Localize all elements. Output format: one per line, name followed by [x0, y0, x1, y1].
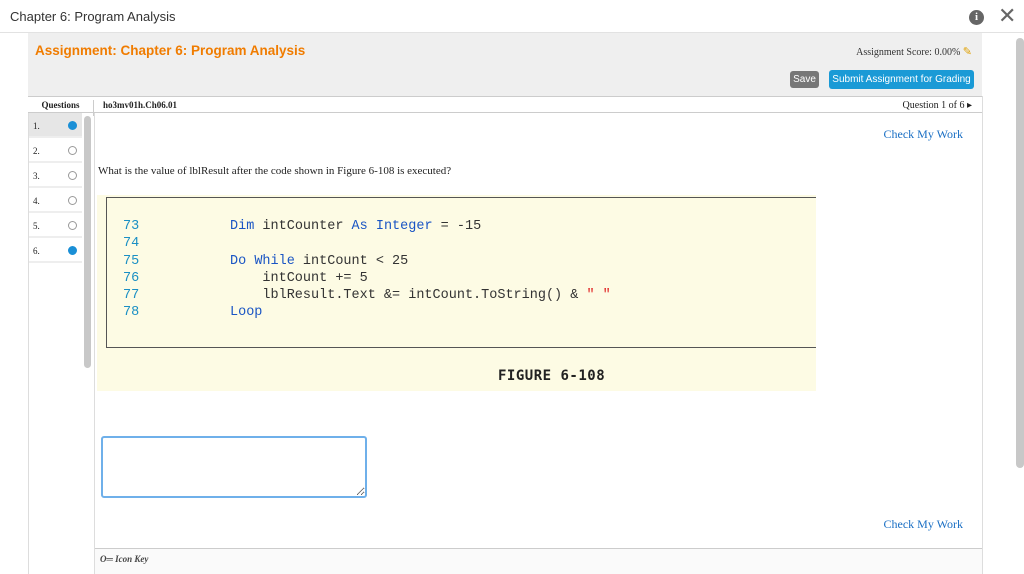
keyword: As [351, 219, 368, 234]
score-text: Assignment Score: 0.00% [856, 47, 961, 58]
title-bar: Chapter 6: Program Analysis i ✕ [0, 0, 1024, 33]
status-dot-icon [68, 246, 77, 255]
line-number: 74 [123, 236, 140, 252]
keyword: Integer [375, 219, 433, 234]
string-literal: " " [586, 288, 611, 304]
divider [94, 113, 95, 574]
code-line: 75 Do While intCount < 25 [107, 254, 816, 271]
assignment-score: Assignment Score: 0.00% ✎ [856, 45, 972, 58]
divider [28, 113, 29, 574]
code-text: intCount += 5 [230, 270, 368, 286]
question-item[interactable]: 6. [28, 238, 82, 263]
question-bar: Questions ho3mv01h.Ch06.01 Question 1 of… [28, 96, 982, 116]
divider [982, 96, 983, 574]
question-number: 4. [33, 196, 40, 206]
line-number: 76 [123, 270, 140, 286]
question-item[interactable]: 2. [28, 138, 82, 163]
question-list-scrollbar[interactable] [84, 116, 91, 368]
question-id: ho3mv01h.Ch06.01 [103, 100, 178, 110]
keyword: Loop [230, 305, 263, 321]
question-item[interactable]: 1. [28, 113, 82, 138]
window-title: Chapter 6: Program Analysis [10, 9, 176, 24]
save-button[interactable]: Save [790, 71, 819, 88]
icon-key-bar: O═ Icon Key [95, 548, 982, 574]
keyword: While [254, 253, 295, 269]
key-icon: O═ [100, 554, 113, 564]
close-icon[interactable]: ✕ [998, 4, 1016, 29]
question-number: 5. [33, 221, 40, 231]
assignment-title: Assignment: Chapter 6: Program Analysis [35, 43, 306, 58]
status-dot-icon [68, 146, 77, 155]
pencil-icon[interactable]: ✎ [963, 46, 972, 58]
check-my-work-link[interactable]: Check My Work [884, 517, 963, 532]
code-line: 78 Loop [107, 305, 816, 322]
question-number: 3. [33, 171, 40, 181]
question-number: 6. [33, 246, 40, 256]
code-line: 73 Dim intCounter As Integer = -15 [107, 219, 816, 236]
status-dot-icon [68, 221, 77, 230]
code-text: intCount < 25 [294, 253, 409, 269]
question-item[interactable]: 3. [28, 163, 82, 188]
status-dot-icon [68, 121, 77, 130]
keyword: Do [230, 253, 247, 269]
code-line: 77 lblResult.Text &= intCount.ToString()… [107, 288, 816, 305]
icon-key[interactable]: O═ Icon Key [100, 554, 148, 564]
line-number: 78 [123, 305, 140, 321]
answer-input[interactable] [101, 436, 367, 498]
question-list: 1. 2. 3. 4. 5. 6. [28, 113, 82, 263]
line-number: 73 [123, 219, 140, 234]
code-text: lblResult.Text &= intCount.ToString() & [230, 288, 587, 304]
icon-key-label: Icon Key [115, 554, 149, 564]
question-position[interactable]: Question 1 of 6 ▸ [903, 100, 972, 111]
check-my-work-link[interactable]: Check My Work [884, 127, 963, 142]
question-prompt: What is the value of lblResult after the… [98, 165, 452, 177]
info-icon[interactable]: i [969, 10, 984, 25]
line-number: 75 [123, 253, 140, 269]
code-line: 74 [107, 236, 816, 253]
code-figure: 73 Dim intCounter As Integer = -15 74 75 D… [97, 195, 816, 391]
code-text: = -15 [432, 219, 482, 234]
page-scrollbar[interactable] [1016, 38, 1024, 468]
question-number: 1. [33, 121, 40, 131]
question-item[interactable]: 5. [28, 213, 82, 238]
question-item[interactable]: 4. [28, 188, 82, 213]
question-number: 2. [33, 146, 40, 156]
assignment-header: Assignment: Chapter 6: Program Analysis … [28, 33, 982, 96]
figure-caption: FIGURE 6-108 [498, 368, 606, 384]
keyword: Dim [230, 219, 255, 234]
code-line: 76 intCount += 5 [107, 271, 816, 288]
submit-button[interactable]: Submit Assignment for Grading [829, 70, 974, 89]
code-text: intCounter [254, 219, 352, 234]
status-dot-icon [68, 171, 77, 180]
status-dot-icon [68, 196, 77, 205]
line-number: 77 [123, 288, 140, 304]
code-listing: 73 Dim intCounter As Integer = -15 74 75 D… [106, 197, 816, 348]
